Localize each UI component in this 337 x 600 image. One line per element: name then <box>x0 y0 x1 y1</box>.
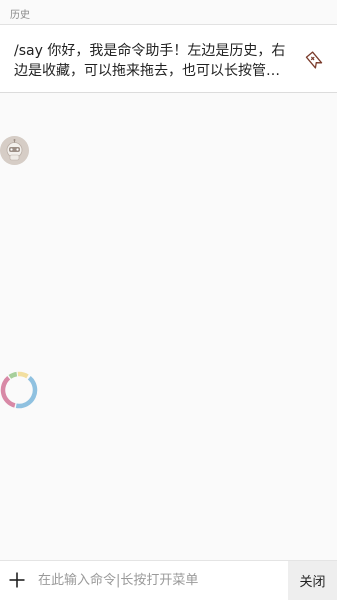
bookmark-add-icon[interactable] <box>303 49 325 71</box>
loading-spinner-icon <box>0 370 40 410</box>
history-list-item[interactable]: /say 你好，我是命令助手！左边是历史，右边是收藏，可以拖来拖去，也可以长按管… <box>0 25 337 93</box>
command-assistant-screen: 历史 /say 你好，我是命令助手！左边是历史，右边是收藏，可以拖来拖去，也可以… <box>0 0 337 600</box>
plus-icon[interactable] <box>6 569 28 591</box>
robot-avatar-icon[interactable] <box>0 136 29 165</box>
history-section-header: 历史 <box>0 0 337 25</box>
loader-arc <box>17 371 29 379</box>
command-input-bar: 关闭 <box>0 560 337 600</box>
history-item-text: /say 你好，我是命令助手！左边是历史，右边是收藏，可以拖来拖去，也可以长按管… <box>14 43 286 79</box>
loader-arc <box>8 371 18 379</box>
loader-arc <box>0 376 16 408</box>
history-title: 历史 <box>10 10 30 21</box>
close-button[interactable]: 关闭 <box>288 561 337 600</box>
command-input[interactable] <box>36 561 286 600</box>
loader-arc <box>15 376 38 409</box>
